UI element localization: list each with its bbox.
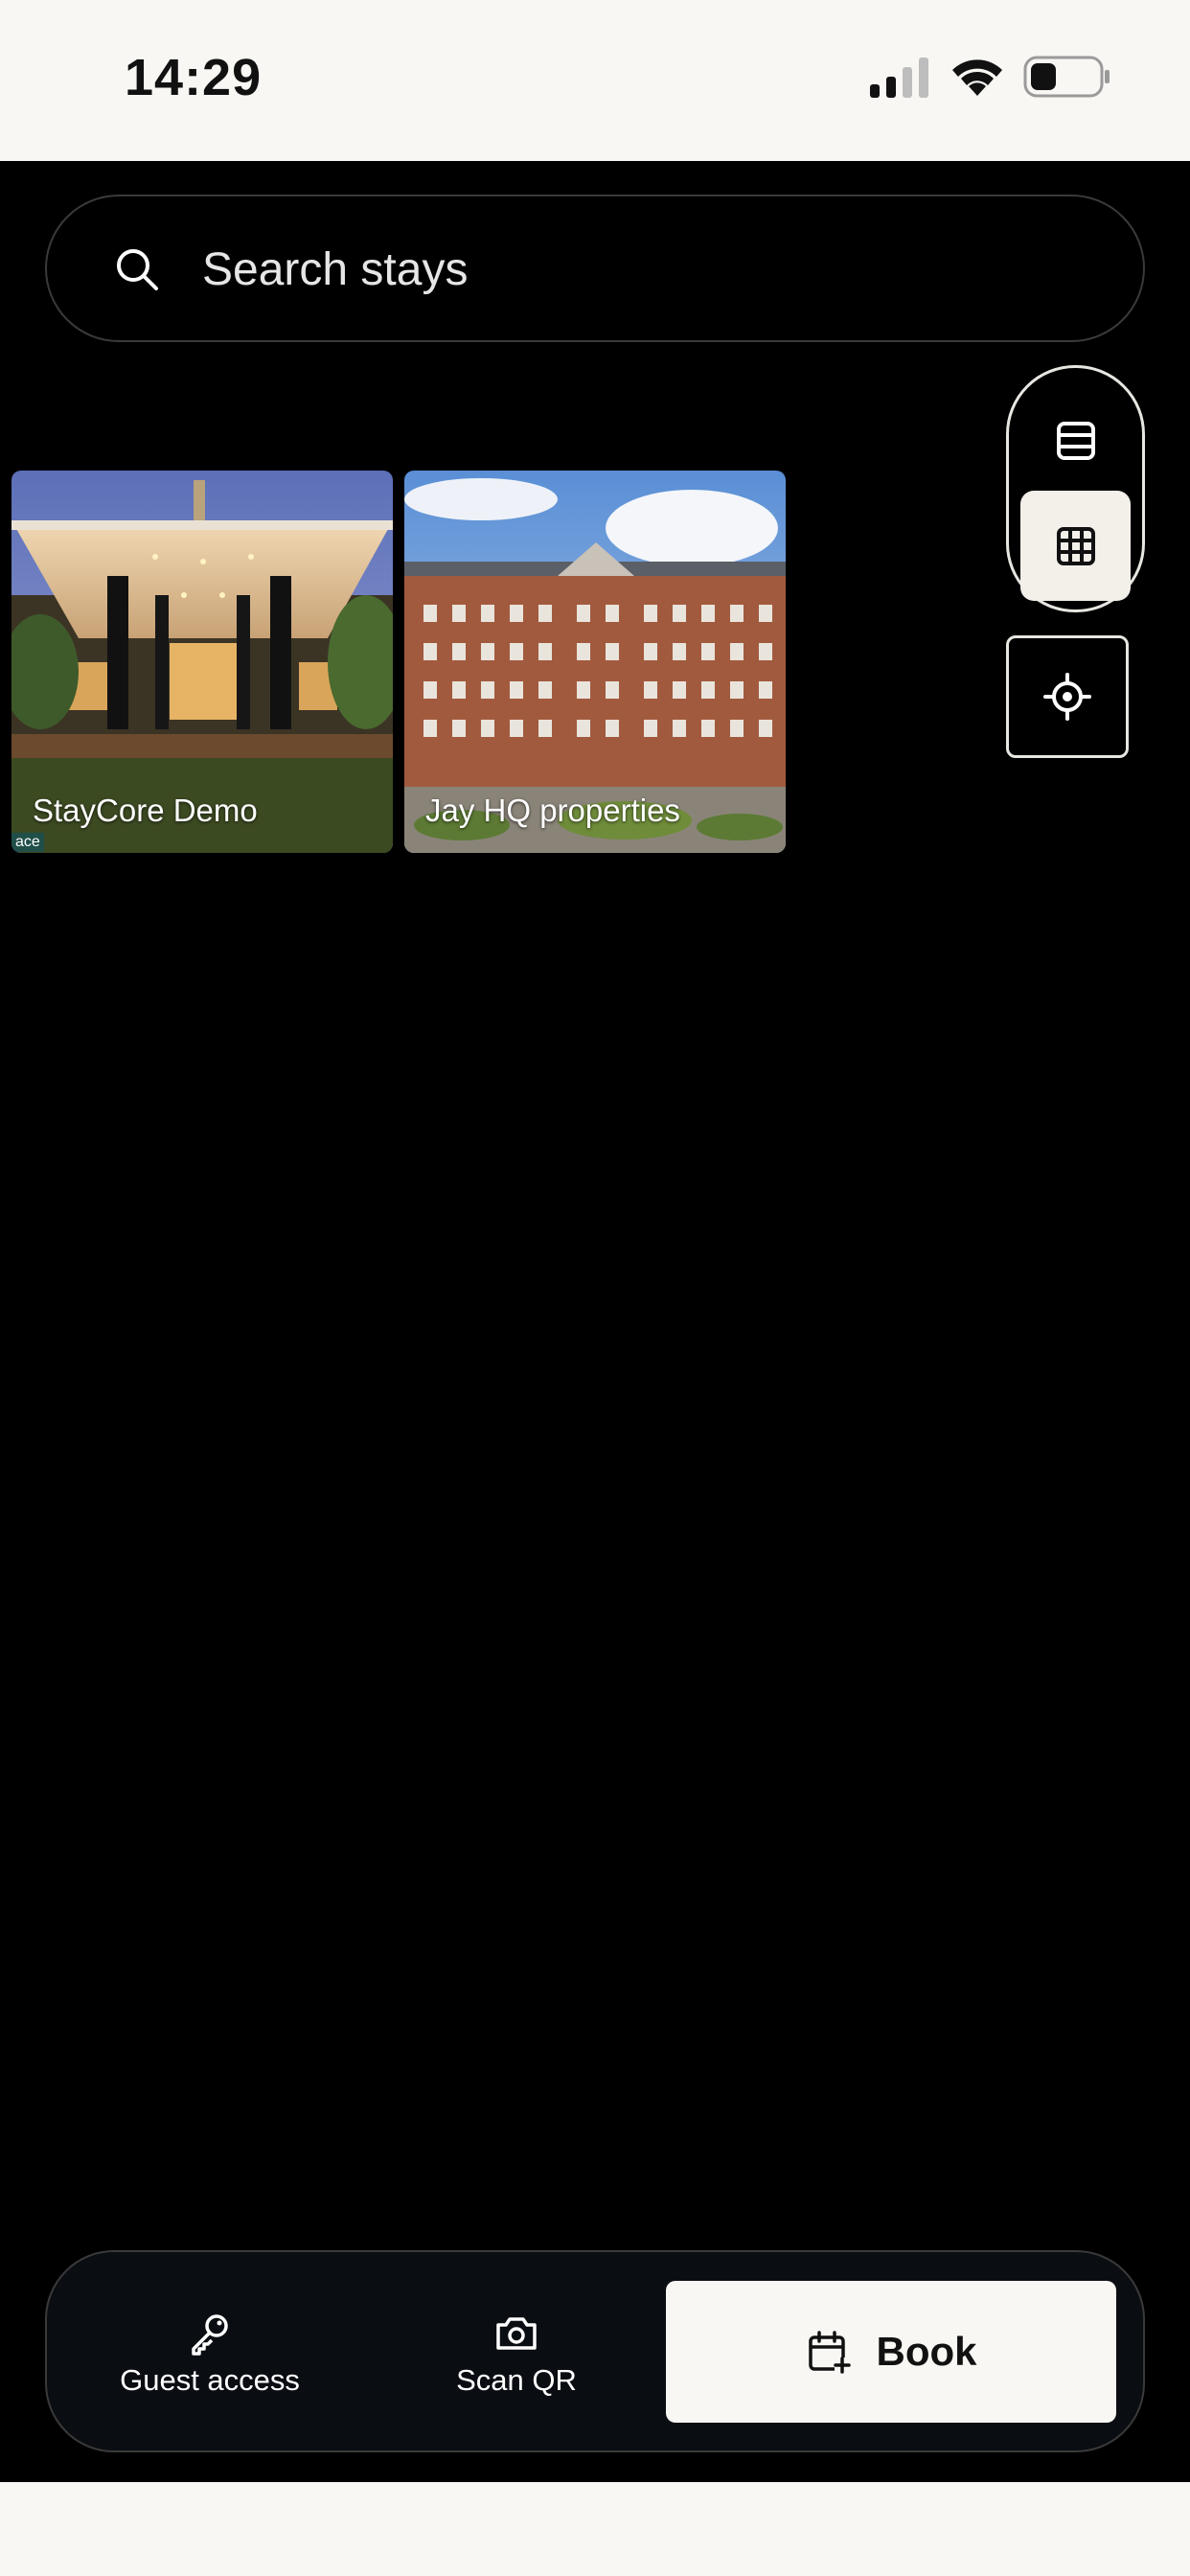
grid-view-icon bbox=[1056, 526, 1095, 565]
cellular-signal-icon bbox=[870, 58, 928, 98]
calendar-plus-icon bbox=[808, 2331, 851, 2374]
search-icon bbox=[117, 249, 158, 290]
wifi-icon bbox=[952, 59, 1002, 96]
search-input[interactable] bbox=[202, 231, 1064, 308]
list-view-button[interactable] bbox=[1020, 385, 1131, 495]
list-view-icon bbox=[1056, 421, 1095, 460]
scan-qr-label: Scan QR bbox=[456, 2363, 577, 2397]
book-button[interactable]: Book bbox=[666, 2281, 1116, 2423]
property-tag: ace bbox=[11, 833, 44, 852]
home-indicator-area bbox=[0, 2482, 1190, 2576]
camera-icon bbox=[496, 2317, 537, 2350]
property-card[interactable]: Jay HQ properties bbox=[404, 471, 786, 853]
book-label: Book bbox=[876, 2329, 977, 2374]
view-toggle bbox=[1006, 365, 1145, 612]
scan-qr-button[interactable]: Scan QR bbox=[421, 2310, 612, 2398]
guest-access-button[interactable]: Guest access bbox=[104, 2310, 315, 2398]
grid-view-button[interactable] bbox=[1020, 491, 1131, 601]
property-name: Jay HQ properties bbox=[425, 793, 680, 828]
property-name: StayCore Demo bbox=[33, 793, 258, 828]
property-card[interactable]: StayCore Demo ace bbox=[11, 471, 393, 853]
status-bar: 14:29 bbox=[0, 0, 1190, 161]
battery-icon bbox=[1023, 56, 1110, 98]
guest-access-label: Guest access bbox=[120, 2363, 300, 2397]
status-time: 14:29 bbox=[125, 49, 263, 106]
search-bar[interactable] bbox=[45, 195, 1145, 342]
locate-me-button[interactable] bbox=[1006, 635, 1129, 758]
bottom-action-bar: Guest access Scan QR Book bbox=[45, 2250, 1145, 2452]
crosshair-icon bbox=[1043, 673, 1091, 721]
key-icon bbox=[192, 2314, 228, 2356]
